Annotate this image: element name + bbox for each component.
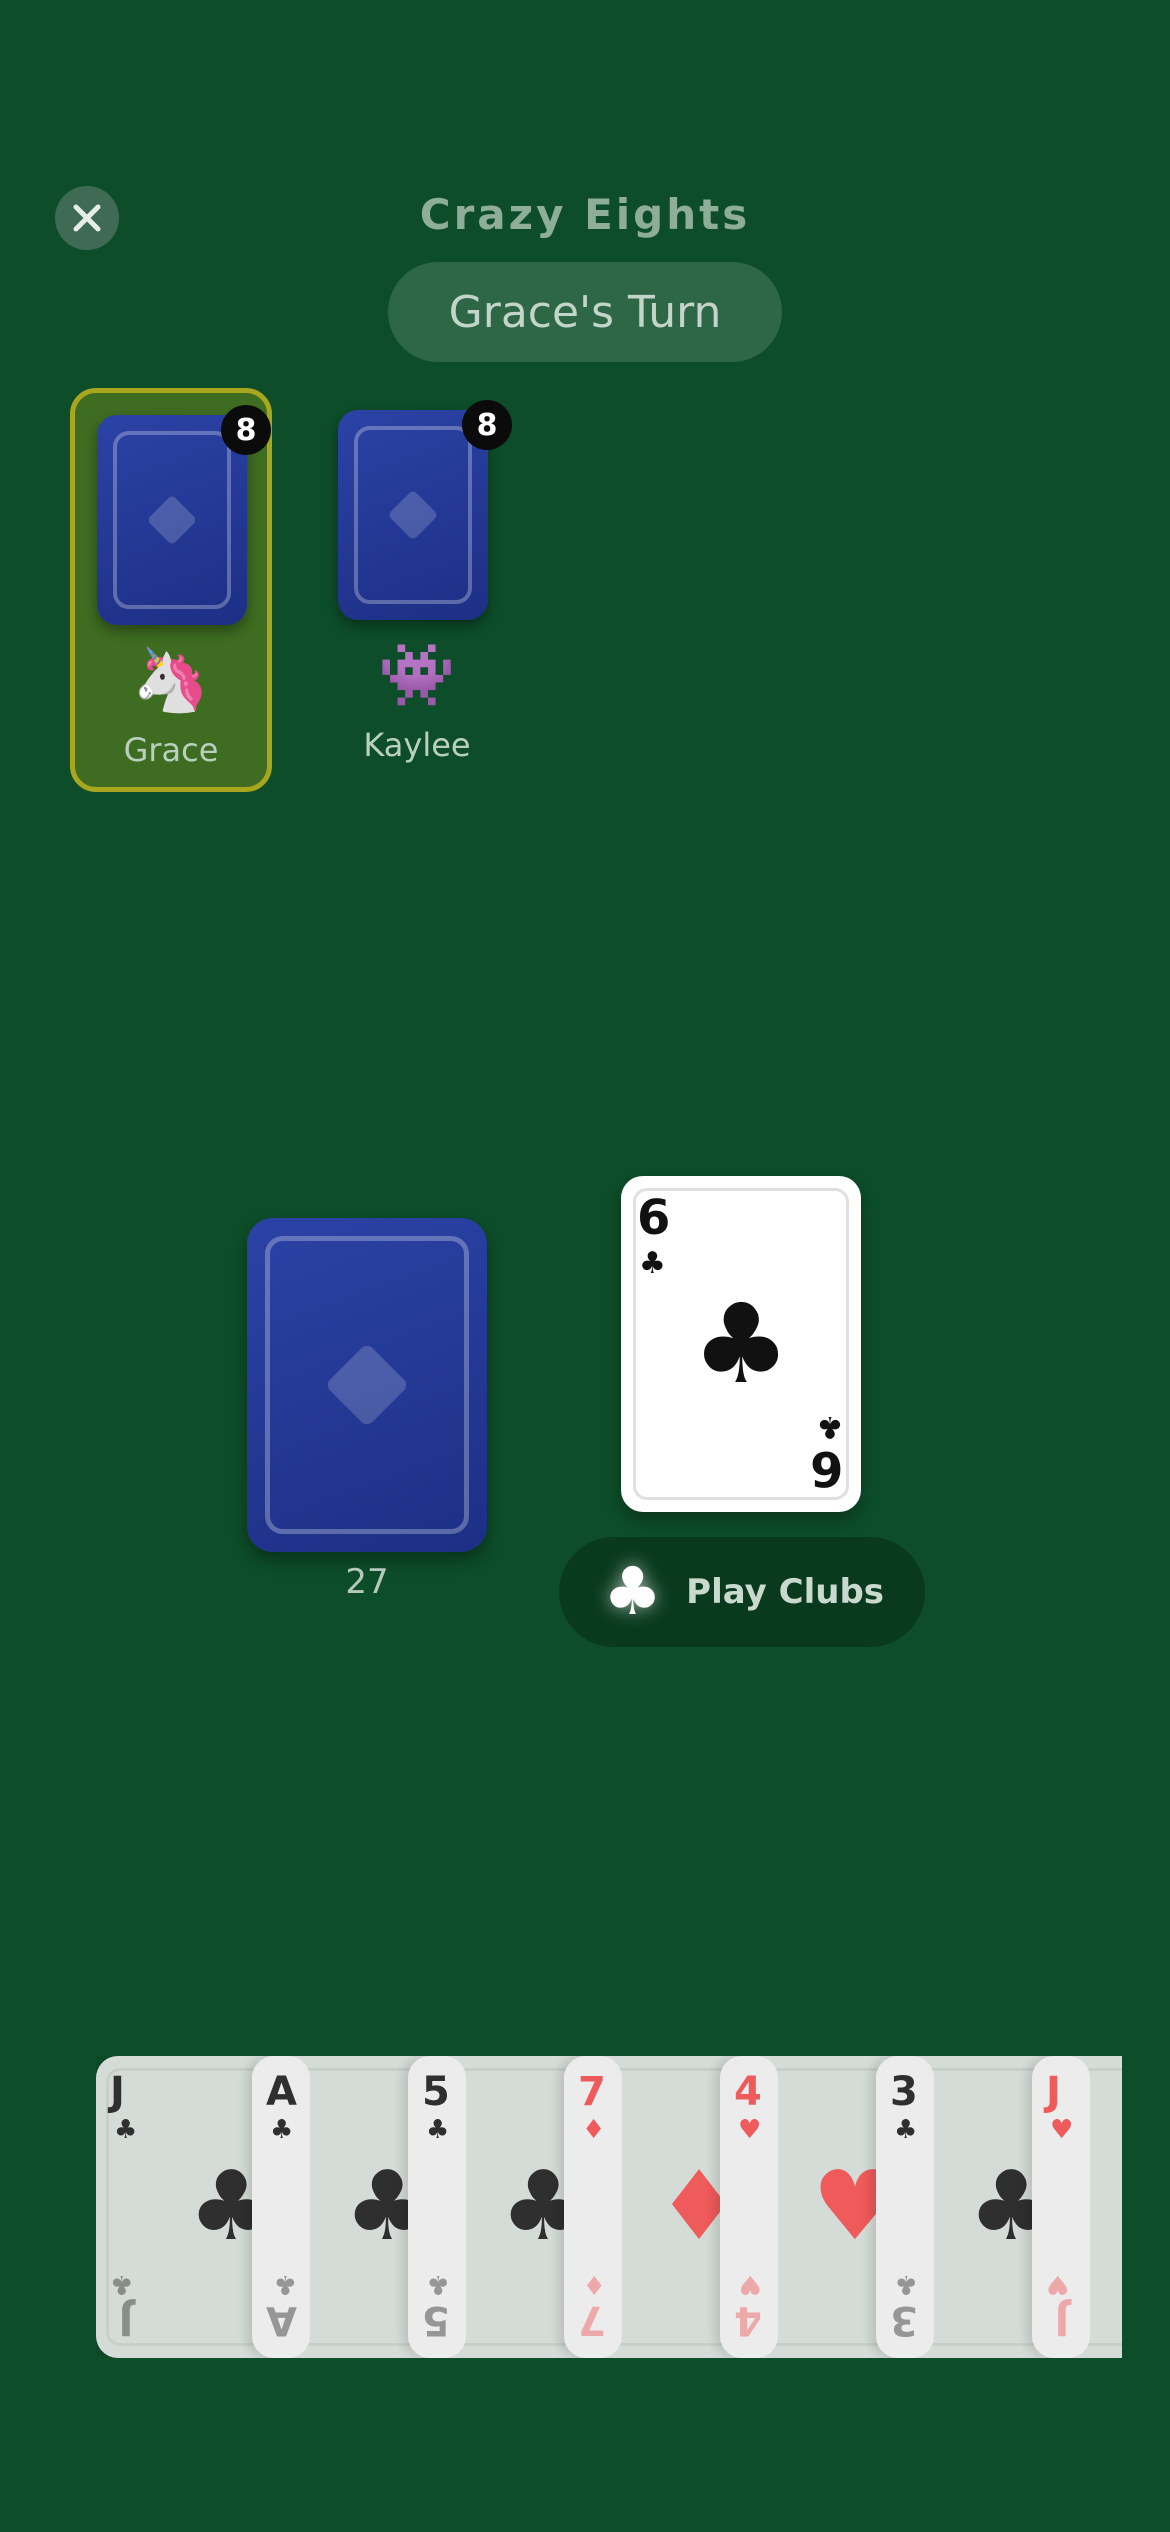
club-icon: ♣ [114,2115,138,2145]
card-rank: A [266,2069,297,2115]
card-rank: A [266,2297,297,2343]
player-card-back [338,410,488,620]
player-hand: J♣♣J♣A♣♣A♣5♣♣5♣7♦♦7♦4♥♥4♥3♣♣3♣J♥♥J♥ [96,2056,1122,2358]
player-name: Grace [123,731,219,769]
card-rank: 7 [578,2297,606,2343]
unicorn-icon: 🦄 [132,643,210,716]
club-icon: ♣ [816,1409,843,1444]
card-rank: 6 [809,1440,843,1496]
heart-icon: ♥ [738,2269,762,2299]
heart-icon: ♥ [1092,2151,1122,2261]
turn-label: Grace's Turn [448,286,722,338]
heart-icon: ♥ [1050,2115,1074,2145]
card-count-badge: 8 [462,400,512,450]
player-name: Kaylee [363,726,471,764]
turn-indicator: Grace's Turn [388,262,782,362]
card-rank: 5 [422,2297,450,2343]
card-rank: J [1046,2069,1061,2115]
game-title: Crazy Eights [419,190,751,239]
card-count-badge: 8 [221,405,271,455]
club-icon: ♣ [894,2115,918,2145]
card-rank: 4 [734,2069,762,2115]
card-rank: 7 [578,2069,606,2115]
alien-monster-icon: 👾 [378,638,456,711]
card-rank: J [118,2297,134,2343]
club-icon: ♣ [273,2269,297,2299]
draw-pile[interactable] [247,1218,487,1552]
club-icon: ♣ [426,2115,450,2145]
card-rank: 5 [422,2069,450,2115]
diamond-icon: ♦ [582,2269,606,2299]
play-button-label: Play Clubs [686,1572,885,1612]
club-icon: ♣ [639,1246,666,1281]
club-icon: ♣ [270,2115,294,2145]
card-rank: 3 [890,2297,918,2343]
card-rank: 3 [890,2069,918,2115]
heart-icon: ♥ [738,2115,762,2145]
draw-pile-count: 27 [345,1562,389,1602]
hand-card[interactable]: J♥♥J♥ [1032,2056,1122,2358]
club-icon: ♣ [603,1553,663,1630]
card-rank: 6 [637,1190,671,1246]
club-icon: ♣ [691,1280,791,1408]
heart-icon: ♥ [1046,2269,1070,2299]
card-rank: 4 [734,2297,762,2343]
club-icon: ♣ [426,2269,450,2299]
play-clubs-button[interactable]: ♣ Play Clubs [559,1537,925,1647]
player-card-back [97,415,247,625]
game-screen: Crazy Eights Grace's Turn 8 🦄 Grace 8 👾 … [0,0,1170,2532]
discard-pile-top-card: 6 ♣ ♣ 6 ♣ [621,1176,861,1512]
club-icon: ♣ [894,2269,918,2299]
card-rank: J [110,2069,125,2115]
card-rank: J [1054,2297,1070,2343]
player-kaylee[interactable]: 8 👾 Kaylee [316,388,518,792]
club-icon: ♣ [110,2269,134,2299]
player-grace[interactable]: 8 🦄 Grace [70,388,272,792]
diamond-icon: ♦ [582,2115,606,2145]
